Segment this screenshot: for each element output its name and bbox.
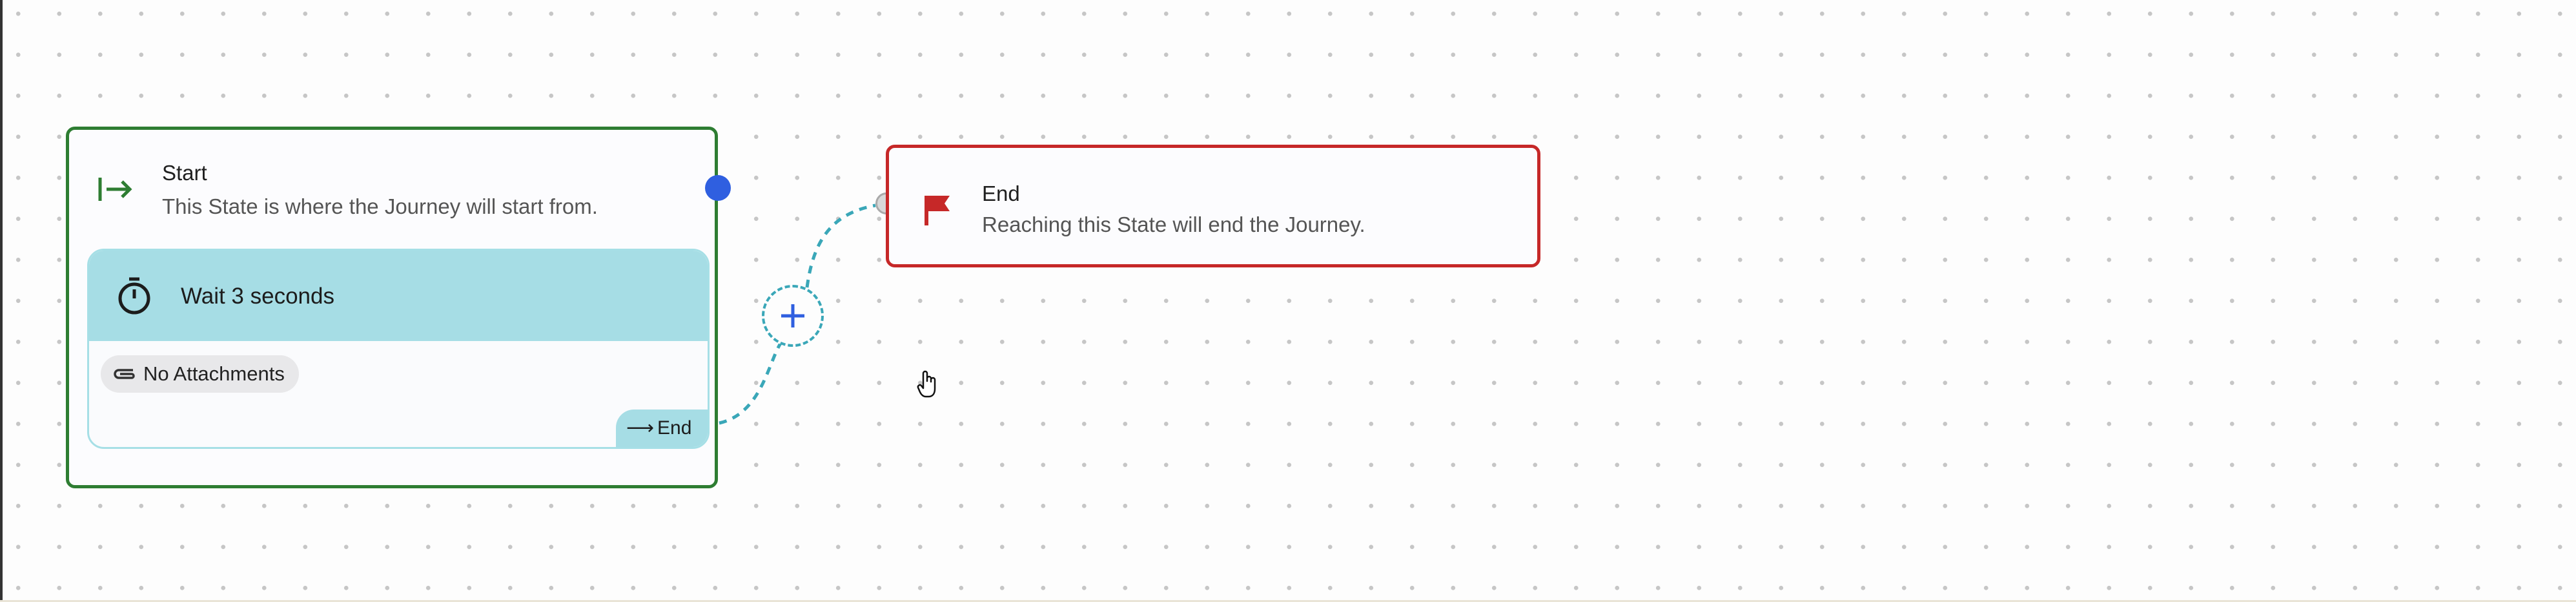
start-state-title: Start — [162, 161, 207, 185]
end-state-node[interactable]: End Reaching this State will end the Jou… — [886, 145, 1540, 267]
action-header: Wait 3 seconds — [89, 251, 708, 341]
start-state-description: This State is where the Journey will sta… — [162, 194, 598, 218]
end-state-title: End — [982, 182, 1020, 205]
end-state-description: Reaching this State will end the Journey… — [982, 213, 1365, 236]
timer-icon — [118, 277, 150, 315]
goto-end-label: End — [657, 417, 692, 439]
goto-end-pill[interactable]: ⟶ End — [616, 410, 708, 447]
output-port-handle[interactable] — [705, 175, 731, 201]
attachments-chip-label: No Attachments — [143, 362, 285, 385]
wait-action-card[interactable]: Wait 3 seconds No Attachments ⟶ End — [87, 249, 710, 449]
journey-canvas[interactable]: Start This State is where the Journey wi… — [0, 0, 2576, 602]
paperclip-icon — [114, 369, 135, 379]
left-frame-edge — [0, 0, 3, 602]
flag-icon — [925, 196, 950, 225]
action-title: Wait 3 seconds — [181, 284, 334, 309]
hand-pointer-cursor-icon — [917, 370, 936, 398]
plus-icon — [781, 304, 804, 327]
add-step-button[interactable] — [762, 285, 824, 347]
arrow-right-icon: ⟶ — [626, 417, 655, 439]
arrow-right-to-line-icon — [98, 178, 132, 201]
attachments-chip[interactable]: No Attachments — [101, 355, 299, 393]
start-state-node[interactable]: Start This State is where the Journey wi… — [66, 127, 718, 488]
